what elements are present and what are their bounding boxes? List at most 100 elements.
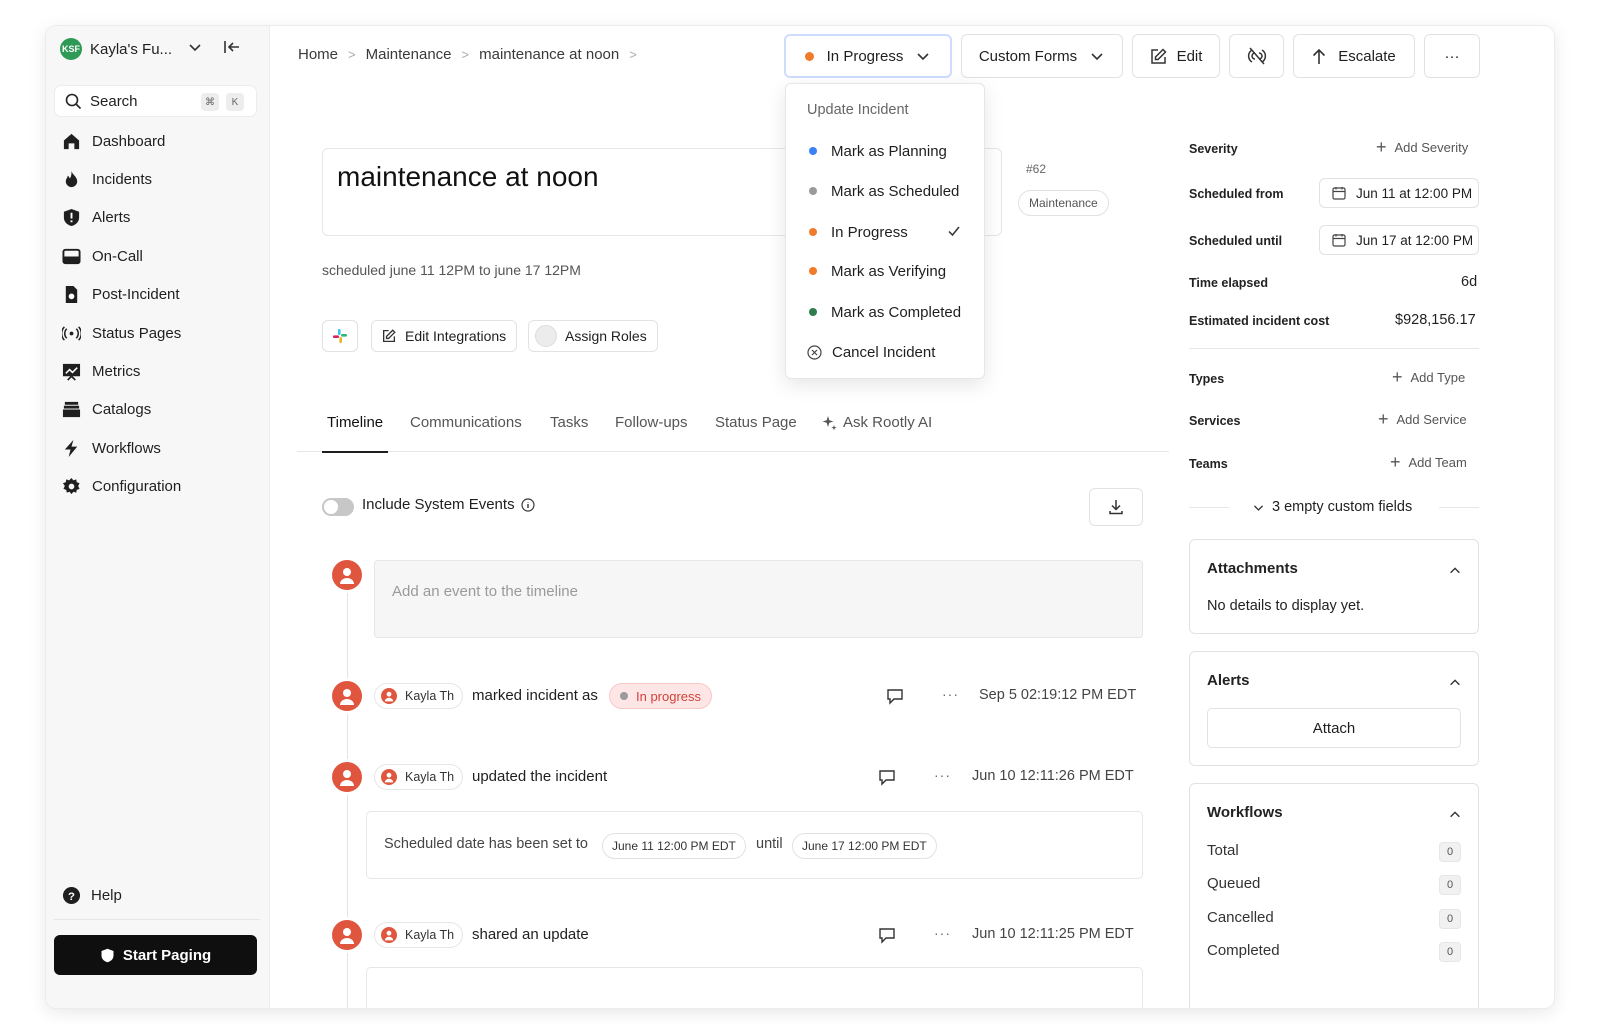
sidebar-item-workflows[interactable]: Workflows: [46, 429, 270, 467]
bolt-icon: [64, 439, 78, 457]
add-service-button[interactable]: + Add Service: [1378, 410, 1467, 428]
menu-item-mark-planning[interactable]: Mark as Planning: [786, 133, 984, 169]
teams-label: Teams: [1189, 457, 1228, 471]
mute-button[interactable]: [1229, 34, 1284, 78]
incident-summary[interactable]: scheduled june 11 12PM to june 17 12PM: [322, 262, 581, 278]
actor-chip[interactable]: Kayla Th: [374, 922, 464, 948]
sidebar-item-incidents[interactable]: Incidents: [46, 160, 270, 198]
event-more-icon[interactable]: ···: [934, 925, 951, 941]
workspace-name: Kayla's Fu...: [90, 40, 173, 58]
actor-chip[interactable]: Kayla Th: [374, 764, 464, 790]
panel-divider: [1189, 507, 1229, 508]
sidebar-item-configuration[interactable]: Configuration: [46, 468, 270, 506]
severity-label: Severity: [1189, 142, 1238, 156]
chevron-down-icon[interactable]: [187, 39, 203, 55]
include-system-events-toggle[interactable]: [322, 498, 354, 516]
detail-mid: until: [756, 836, 783, 852]
slack-icon: [333, 329, 347, 343]
sidebar-item-label: Workflows: [92, 439, 161, 457]
comment-icon[interactable]: [886, 688, 904, 705]
incident-cost-label: Estimated incident cost: [1189, 314, 1330, 328]
add-type-button[interactable]: + Add Type: [1392, 368, 1465, 386]
workflow-completed-label: Completed: [1207, 942, 1280, 959]
edit-integrations-label: Edit Integrations: [405, 328, 507, 344]
assign-roles-button[interactable]: Assign Roles: [528, 320, 658, 352]
tab-communications[interactable]: Communications: [410, 412, 522, 452]
sidebar-item-post-incident[interactable]: Post-Incident: [46, 276, 270, 314]
help-button[interactable]: ? Help: [62, 886, 122, 905]
event-more-icon[interactable]: ···: [942, 686, 959, 702]
start-paging-label: Start Paging: [122, 946, 212, 964]
add-severity-button[interactable]: + Add Severity: [1376, 138, 1468, 156]
sidebar-item-catalogs[interactable]: Catalogs: [46, 391, 270, 429]
workspace-switcher[interactable]: KSF Kayla's Fu...: [60, 34, 260, 64]
sidebar-item-status-pages[interactable]: Status Pages: [46, 314, 270, 352]
plus-icon: +: [1392, 367, 1403, 387]
chart-icon: [62, 363, 81, 381]
edit-icon: [1150, 47, 1167, 64]
custom-forms-button[interactable]: Custom Forms: [961, 34, 1123, 78]
add-team-button[interactable]: + Add Team: [1390, 453, 1467, 471]
include-system-events-label: Include System Events: [362, 496, 515, 513]
add-event-input[interactable]: Add an event to the timeline: [374, 560, 1143, 638]
menu-item-mark-completed[interactable]: Mark as Completed: [786, 294, 984, 330]
menu-item-mark-scheduled[interactable]: Mark as Scheduled: [786, 173, 984, 209]
sidebar-item-alerts[interactable]: Alerts: [46, 199, 270, 237]
incident-type-tag[interactable]: Maintenance: [1018, 190, 1109, 216]
event-more-icon[interactable]: ···: [934, 767, 951, 783]
breadcrumb-home[interactable]: Home: [298, 46, 338, 63]
empty-custom-fields-toggle[interactable]: 3 empty custom fields: [1252, 499, 1412, 515]
comment-icon[interactable]: [878, 769, 896, 786]
scheduled-until-picker[interactable]: Jun 17 at 12:00 PM: [1319, 225, 1479, 255]
tab-status-page[interactable]: Status Page: [715, 412, 797, 452]
tab-tasks[interactable]: Tasks: [550, 412, 588, 452]
user-avatar: [332, 762, 362, 792]
info-icon[interactable]: [520, 497, 535, 512]
menu-item-cancel-incident[interactable]: Cancel Incident: [786, 334, 984, 370]
more-options-button[interactable]: ···: [1424, 34, 1480, 78]
person-icon: [384, 691, 394, 702]
breadcrumb-incident[interactable]: maintenance at noon: [479, 46, 619, 63]
sidebar-item-label: Dashboard: [92, 132, 166, 150]
slack-button[interactable]: [322, 320, 358, 352]
edit-integrations-button[interactable]: Edit Integrations: [371, 320, 518, 352]
panel-divider: [1189, 348, 1479, 349]
sidebar-item-label: Alerts: [92, 209, 131, 227]
search-button[interactable]: Search ⌘ K: [54, 85, 257, 117]
breadcrumb-maintenance[interactable]: Maintenance: [366, 46, 452, 63]
add-team-label: Add Team: [1408, 454, 1467, 470]
chevron-up-icon[interactable]: [1448, 676, 1462, 690]
collapse-sidebar-icon[interactable]: [223, 39, 241, 55]
app-window: KSF Kayla's Fu... Search ⌘ K Dashboard I…: [46, 26, 1554, 1008]
sidebar-item-dashboard[interactable]: Dashboard: [46, 122, 270, 160]
event-text: marked incident as: [472, 687, 598, 704]
menu-item-label: Mark as Completed: [831, 303, 962, 321]
sidebar-item-label: Status Pages: [92, 324, 182, 342]
sidebar-item-label: Metrics: [92, 363, 141, 381]
sidebar-item-metrics[interactable]: Metrics: [46, 352, 270, 390]
bell-off-icon: [1247, 47, 1266, 65]
workflow-total-count: 0: [1439, 842, 1461, 862]
edit-button[interactable]: Edit: [1132, 34, 1220, 78]
attach-alert-button[interactable]: Attach: [1207, 708, 1461, 748]
menu-item-in-progress[interactable]: In Progress: [786, 214, 984, 250]
chevron-up-icon[interactable]: [1448, 564, 1462, 578]
status-dropdown-button[interactable]: In Progress: [784, 34, 952, 78]
escalate-button[interactable]: Escalate: [1293, 34, 1415, 78]
tab-timeline[interactable]: Timeline: [321, 412, 389, 453]
sidebar-item-on-call[interactable]: On-Call: [46, 237, 270, 275]
actor-chip[interactable]: Kayla Th: [374, 683, 464, 709]
scheduled-from-value: Jun 11 at 12:00 PM: [1356, 185, 1473, 201]
flame-icon: [65, 171, 78, 188]
tab-follow-ups[interactable]: Follow-ups: [615, 412, 688, 452]
menu-item-mark-verifying[interactable]: Mark as Verifying: [786, 253, 984, 289]
chevron-up-icon[interactable]: [1448, 808, 1462, 822]
tab-ask-rootly-ai[interactable]: Ask Rootly AI: [821, 412, 932, 452]
scheduled-from-picker[interactable]: Jun 11 at 12:00 PM: [1319, 178, 1479, 208]
start-paging-button[interactable]: Start Paging: [54, 935, 257, 975]
comment-icon[interactable]: [878, 927, 896, 944]
attachments-card: Attachments No details to display yet.: [1189, 539, 1479, 634]
shortcut-key: K: [226, 93, 244, 111]
workflow-queued-label: Queued: [1207, 875, 1261, 892]
download-button[interactable]: [1089, 488, 1143, 526]
